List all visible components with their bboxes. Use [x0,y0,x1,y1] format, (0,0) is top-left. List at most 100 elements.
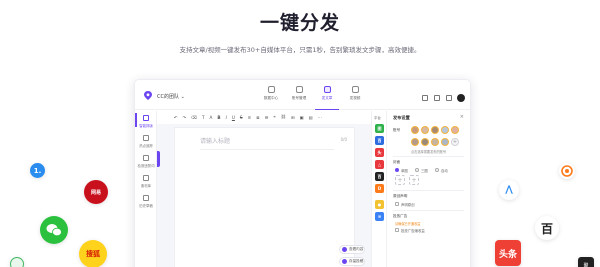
sidebar-label: 智能排版 [139,124,153,128]
wechat-logo [40,216,68,244]
undo-button[interactable]: ↶ [174,115,178,120]
settings-icon[interactable] [446,95,452,101]
platform-item-5[interactable]: 百 [375,172,384,181]
publish-settings-panel: 发布设置 × 账号 + 点击选择需要发布的账号 封面 单图 三图 自动 + + … [387,111,470,267]
chart-icon [267,86,275,93]
video-button[interactable]: ▤ [308,115,312,120]
green-small-logo [10,257,24,267]
sidebar-item-smart-layout[interactable]: 智能排版 [135,113,157,128]
cover-triple-label: 三图 [421,169,428,173]
account-avatar-4[interactable] [441,126,449,134]
close-icon[interactable]: × [460,114,464,120]
ad-checkbox[interactable] [395,228,399,232]
top-bar: CC的团队 ⌄ 数据中心 账号管理 发文章 发视频 [135,80,470,110]
history-icon [143,195,149,201]
user-icon [295,86,303,93]
platform-item-1[interactable]: 图 [375,124,384,133]
image-button[interactable]: ▣ [300,115,304,120]
sidebar-item-hot-topics[interactable]: 热点追踪 [135,135,157,148]
underline-button[interactable]: U [232,115,235,120]
text-icon [143,115,149,121]
platform-glyph: ≡ [377,214,382,219]
account-label: 账号 [393,128,401,132]
view-content-button[interactable]: 查看内容 [339,245,365,254]
side-collapse-handle[interactable] [157,151,160,167]
add-account-button[interactable]: + [451,138,459,146]
original-checkbox[interactable] [395,202,399,206]
cover-auto-radio[interactable] [435,168,439,172]
original-option-label: 声明原创 [401,203,415,207]
account-avatar-8[interactable] [431,138,439,146]
cover-single-label: 单图 [401,169,408,173]
stock-submit-label: 存量投稿 [349,259,364,263]
cover-single-radio[interactable] [395,168,399,172]
account-avatar-5[interactable] [451,126,459,134]
italic-button[interactable]: I [226,115,227,120]
account-avatar-2[interactable] [421,126,429,134]
table-button[interactable]: ⊞ [291,115,295,120]
wechat-icon [46,224,62,237]
clear-format-button[interactable]: ⌫ [191,115,197,120]
nav-post-video[interactable]: 发视频 [343,86,367,101]
view-content-label: 查看内容 [349,247,364,251]
user-avatar[interactable] [457,94,465,102]
sidebar-item-drafts[interactable]: 历史草稿 [135,195,157,208]
notification-icon[interactable] [422,95,428,101]
bold-button[interactable]: B [217,115,220,120]
platform-item-8[interactable]: ≡ [375,212,384,221]
platform-glyph: △ [377,162,382,167]
nav-post-article[interactable]: 发文章 [315,86,339,110]
platform-column: 平台 图 百 头 △ 百 D ● ≡ [371,111,387,267]
view-icon [342,247,347,252]
account-avatar-7[interactable] [421,138,429,146]
link-button[interactable]: ⛓ [281,114,286,120]
align-center-button[interactable]: ≣ [256,115,260,120]
toutiao-glyph: 头条 [498,249,517,260]
redo-button[interactable]: ↷ [183,115,187,120]
divider [393,156,464,157]
more-button[interactable]: ⋯ [317,115,321,120]
font-size-button[interactable]: T [202,115,205,120]
platform-glyph: 百 [377,137,382,143]
word-count: 0/0 [340,137,347,142]
stock-submit-button[interactable]: 存量投稿 [339,257,365,266]
cover-upload-button[interactable]: + [395,175,405,185]
nav-account-manage[interactable]: 账号管理 [287,86,311,101]
quote-button[interactable]: ❝ [273,115,275,120]
platform-logo-corner: 聚 [578,257,594,267]
list-button[interactable]: ☰ [265,115,269,120]
team-switcher[interactable]: CC的团队 ⌄ [157,93,185,100]
title-input[interactable]: 请输入标题 [200,136,230,145]
platform-item-6[interactable]: D [375,184,384,193]
divider [393,210,464,211]
platform-item-7[interactable]: ● [375,200,384,209]
logo-1-glyph: 1. [33,166,42,175]
platform-item-3[interactable]: 头 [375,148,384,157]
message-icon[interactable] [434,95,440,101]
align-left-button[interactable]: ≡ [248,115,252,120]
toutiao-logo: 头条 [495,240,521,266]
sidebar-label: 素材库 [140,184,152,188]
nav-label: 数据中心 [263,96,279,100]
platform-item-2[interactable]: 百 [375,136,384,145]
font-color-button[interactable]: A [210,115,213,120]
zhihu-glyph: ⋀ [505,185,513,195]
strikethrough-button[interactable]: S [240,115,243,120]
account-avatar-6[interactable] [411,138,419,146]
account-avatar-9[interactable] [441,138,449,146]
edit-icon [323,86,331,93]
app-window: CC的团队 ⌄ 数据中心 账号管理 发文章 发视频 智能排版 热点追踪 检测违禁… [134,79,471,267]
cover-triple-radio[interactable] [415,168,419,172]
platform-glyph: D [377,186,382,191]
cover-upload-button-2[interactable]: + [409,175,419,185]
shield-icon [143,155,149,161]
netease-glyph: 网易 [90,189,101,196]
account-avatar-3[interactable] [431,126,439,134]
document-page[interactable]: 请输入标题 0/0 [174,127,355,267]
nav-data-center[interactable]: 数据中心 [259,86,283,101]
platform-item-4[interactable]: △ [375,160,384,169]
brand-logo-icon [144,91,152,100]
sidebar-item-material[interactable]: 素材库 [135,175,157,188]
account-avatar-1[interactable] [411,126,419,134]
sidebar-item-banned-words[interactable]: 检测违禁词 [135,155,157,168]
